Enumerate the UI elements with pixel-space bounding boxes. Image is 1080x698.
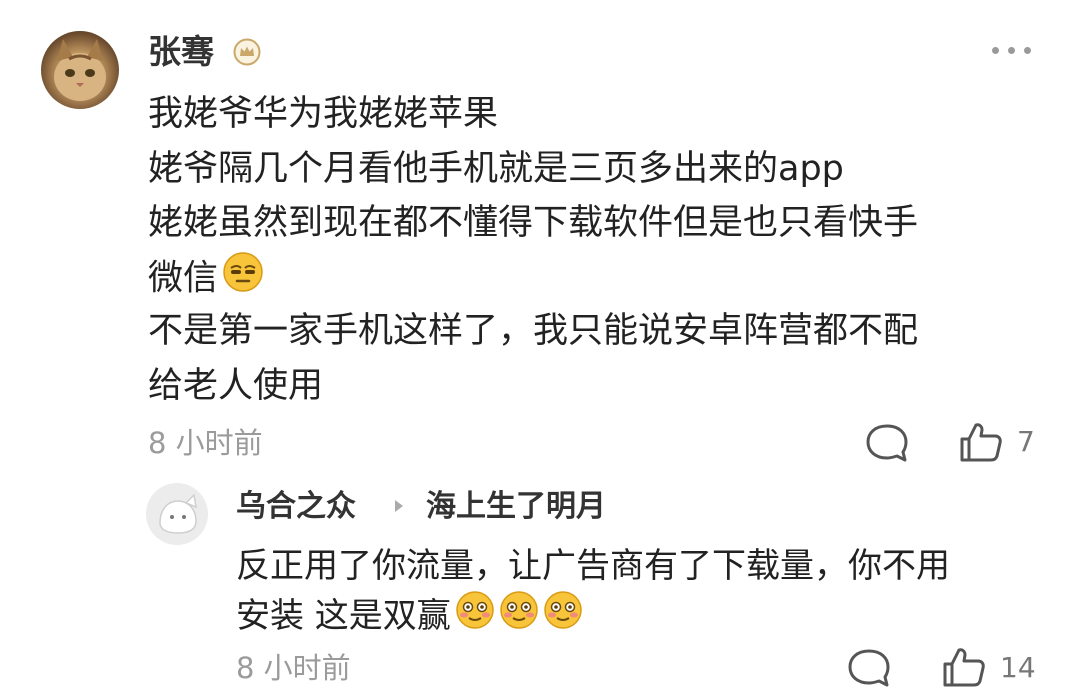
comment-line: 姥爷隔几个月看他手机就是三页多出来的app [148,149,844,189]
more-dots-icon[interactable] [990,44,1034,56]
comment-line-text: 微信 [148,258,219,299]
comment-line-with-emoji: 微信 [148,251,264,308]
thumbs-up-icon[interactable] [958,419,1004,469]
comment-bubble-icon[interactable] [846,647,892,693]
reply-line: 反正用了你流量，让广告商有了下载量，你不用 [236,546,950,586]
blushing-face-emoji [499,590,539,645]
blushing-face-emoji [455,590,495,645]
comment-line: 给老人使用 [148,366,324,406]
like-count: 7 [1017,425,1035,458]
reply-line-text: 安装 这是双赢 [236,596,451,636]
reply-target-username[interactable]: 海上生了明月 [426,487,606,527]
reply-line-with-emoji: 安装 这是双赢 [236,590,583,645]
reply-username[interactable]: 乌合之众 [236,487,356,527]
neutral-face-emoji [222,251,264,308]
triangle-right-icon [393,498,405,518]
dog-avatar-image [146,483,208,545]
comment-line: 我姥爷华为我姥姥苹果 [148,94,499,134]
cat-avatar-image [54,39,106,101]
comment-bubble-icon[interactable] [864,422,910,468]
avatar[interactable] [41,31,119,109]
comment-time: 8 小时前 [148,426,263,460]
comment-username[interactable]: 张骞 [148,30,214,74]
crown-badge-icon [233,38,261,66]
reply-like-count: 14 [1000,651,1036,684]
reply-time: 8 小时前 [236,651,351,685]
blushing-face-emoji [543,590,583,645]
thumbs-up-icon[interactable] [941,644,987,694]
comment-line: 不是第一家手机这样了，我只能说安卓阵营都不配 [148,311,919,351]
comment-line: 姥姥虽然到现在都不懂得下载软件但是也只看快手 [148,203,919,243]
reply-avatar[interactable] [146,483,208,545]
